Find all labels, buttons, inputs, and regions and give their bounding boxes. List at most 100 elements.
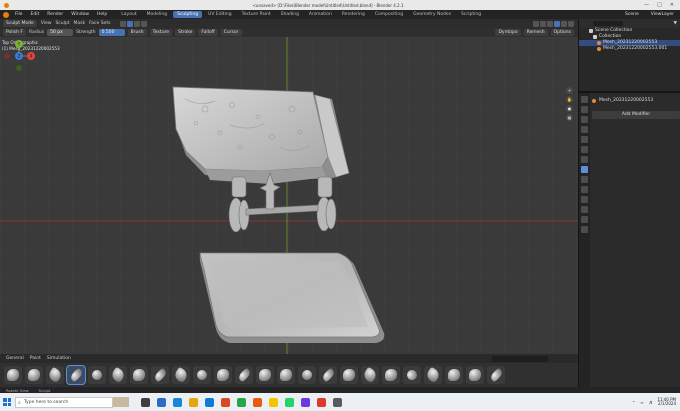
taskbar-app-icon[interactable]: [221, 397, 230, 407]
brush-thumbnail[interactable]: [172, 366, 190, 384]
navigation-gizmo[interactable]: X Y Z: [0, 37, 38, 75]
menu-render[interactable]: Render: [45, 12, 65, 17]
taskbar-app-icon[interactable]: [301, 397, 310, 407]
tool-icon[interactable]: [581, 96, 588, 103]
menu-edit[interactable]: Edit: [29, 12, 42, 17]
tab-shading[interactable]: Shading: [277, 11, 303, 18]
taskbar-app-icon[interactable]: [317, 397, 326, 407]
tab-modeling[interactable]: Modeling: [143, 11, 171, 18]
brush-thumbnail[interactable]: [235, 366, 253, 384]
modifier-icon[interactable]: [581, 166, 588, 173]
particles-icon[interactable]: [581, 176, 588, 183]
physics-icon[interactable]: [581, 186, 588, 193]
brush-thumbnail[interactable]: [46, 366, 64, 384]
falloff-dropdown[interactable]: Falloff: [198, 29, 218, 36]
zoom-icon[interactable]: +: [566, 87, 573, 94]
render-icon[interactable]: [581, 106, 588, 113]
brush-thumbnail[interactable]: [340, 366, 358, 384]
menu-face-sets[interactable]: Face Sets: [89, 21, 110, 26]
taskbar-app-icon[interactable]: [253, 397, 262, 407]
brush-thumbnail[interactable]: [298, 366, 316, 384]
maximize-button[interactable]: □: [657, 2, 662, 8]
output-icon[interactable]: [581, 116, 588, 123]
taskbar-app-icon[interactable]: [237, 397, 246, 407]
taskbar-app-icon[interactable]: [141, 397, 150, 407]
dyntopo-dropdown[interactable]: Dyntopo: [495, 29, 521, 36]
brush-thumbnail[interactable]: [361, 366, 379, 384]
tab-compositing[interactable]: Compositing: [371, 11, 407, 18]
brush-thumbnail[interactable]: [487, 366, 505, 384]
data-icon[interactable]: [581, 206, 588, 213]
texture-dropdown[interactable]: Texture: [149, 29, 173, 36]
volume-icon[interactable]: ♬: [649, 400, 653, 405]
brush-thumbnail[interactable]: [130, 366, 148, 384]
blender-menu-icon[interactable]: [3, 11, 9, 18]
brush-thumbnail[interactable]: [424, 366, 442, 384]
tab-texture-paint[interactable]: Texture Paint: [238, 11, 275, 18]
taskbar-app-icon[interactable]: [173, 397, 182, 407]
taskbar-app-icon[interactable]: [333, 397, 342, 407]
tab-sculpting[interactable]: Sculpting: [173, 11, 203, 18]
brush-thumbnail[interactable]: [151, 366, 169, 384]
shelf-tab-paint[interactable]: Paint: [30, 356, 41, 361]
scene-icon[interactable]: [581, 136, 588, 143]
brush-dropdown[interactable]: Brush: [127, 29, 147, 36]
tile-icon[interactable]: [141, 20, 148, 27]
brush-thumbnail[interactable]: [382, 366, 400, 384]
tray-chevron-icon[interactable]: ⌃: [632, 400, 635, 405]
brush-thumbnail[interactable]: [277, 366, 295, 384]
taskbar-app-icon[interactable]: [205, 397, 214, 407]
minimize-button[interactable]: —: [644, 2, 649, 8]
brush-thumbnail[interactable]: [445, 366, 463, 384]
remesh-dropdown[interactable]: Remesh: [523, 29, 548, 36]
shelf-search-input[interactable]: [492, 355, 548, 362]
brush-thumbnail[interactable]: [109, 366, 127, 384]
menu-window[interactable]: Window: [69, 12, 91, 17]
material-icon[interactable]: [581, 216, 588, 223]
outliner-row-mesh-001[interactable]: Mesh_20231220002553.001: [579, 46, 680, 52]
view-layer-field[interactable]: ViewLayer: [651, 12, 674, 17]
overlay-icon[interactable]: [533, 20, 539, 27]
symmetry-icon[interactable]: [127, 20, 134, 27]
taskbar-app-icon[interactable]: [269, 397, 278, 407]
menu-mask[interactable]: Mask: [74, 21, 86, 26]
taskbar-app-icon[interactable]: [157, 397, 166, 407]
tab-scripting[interactable]: Scripting: [457, 11, 485, 18]
windows-start-icon[interactable]: [3, 398, 11, 406]
3d-viewport[interactable]: Top Orthographic (1) Mesh_20231220002553…: [0, 37, 578, 354]
brush-thumbnail[interactable]: [25, 366, 43, 384]
camera-icon[interactable]: ●: [566, 105, 573, 112]
texture-icon[interactable]: [581, 226, 588, 233]
world-icon[interactable]: [581, 146, 588, 153]
xray-icon[interactable]: [540, 20, 546, 27]
brush-thumbnail[interactable]: [193, 366, 211, 384]
close-button[interactable]: ✕: [670, 2, 674, 8]
transform-icon[interactable]: [120, 20, 127, 27]
brush-thumbnail[interactable]: [466, 366, 484, 384]
brush-thumbnail[interactable]: [403, 366, 421, 384]
strength-field[interactable]: 0.500: [98, 29, 125, 36]
filter-icon[interactable]: ▼: [674, 21, 677, 26]
view-layer-icon[interactable]: [581, 126, 588, 133]
taskbar-clock[interactable]: 11:40 PM 2/1/2024: [657, 397, 676, 407]
brush-selector[interactable]: Polish F: [3, 29, 27, 36]
tab-layout[interactable]: Layout: [117, 11, 140, 18]
taskbar-app-icon[interactable]: [189, 397, 198, 407]
tab-animation[interactable]: Animation: [305, 11, 336, 18]
mode-selector[interactable]: Sculpt Mode: [3, 20, 37, 27]
radius-field[interactable]: 50 px: [47, 29, 74, 36]
shelf-tab-general[interactable]: General: [6, 356, 24, 361]
add-modifier-button[interactable]: Add Modifier: [592, 111, 680, 119]
menu-file[interactable]: File: [13, 12, 25, 17]
constraints-icon[interactable]: [581, 196, 588, 203]
grid-icon[interactable]: ▦: [566, 114, 573, 121]
taskbar-search-input[interactable]: Type here to search: [15, 396, 113, 408]
material-shading-icon[interactable]: [561, 20, 567, 27]
outliner-search-icon[interactable]: [593, 21, 623, 26]
brush-thumbnail[interactable]: [4, 366, 22, 384]
brush-thumbnail[interactable]: [319, 366, 337, 384]
tab-uv-editing[interactable]: UV Editing: [204, 11, 235, 18]
wireframe-shading-icon[interactable]: [547, 20, 553, 27]
menu-help[interactable]: Help: [95, 12, 109, 17]
rendered-shading-icon[interactable]: [568, 20, 574, 27]
